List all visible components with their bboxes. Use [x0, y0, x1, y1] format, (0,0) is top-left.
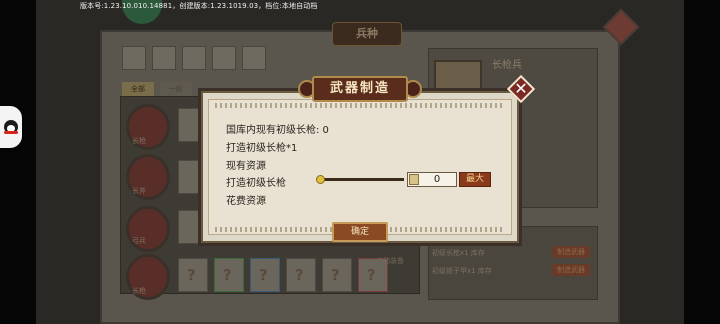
- unit-panel-title: 兵种: [332, 22, 402, 46]
- qq-floating-button[interactable]: [0, 106, 22, 148]
- craft-row-text: 初级长枪x1 库存: [432, 249, 485, 257]
- sword-tool-icon[interactable]: [152, 46, 176, 70]
- question-icon: ?: [223, 266, 232, 284]
- equip-slot[interactable]: ?: [178, 258, 208, 292]
- question-icon: ?: [259, 266, 268, 284]
- question-icon: ?: [295, 266, 304, 284]
- craft-row-text: 初级锁子甲x1 库存: [432, 267, 492, 275]
- armor-tool-icon[interactable]: [212, 46, 236, 70]
- max-button[interactable]: 最大: [459, 172, 491, 187]
- question-icon: ?: [367, 266, 376, 284]
- equip-slot[interactable]: ?: [250, 258, 280, 292]
- qq-scarf-icon: [4, 131, 18, 134]
- unit-row-label: 长斧: [132, 187, 146, 195]
- quantity-slider-track[interactable]: [320, 178, 404, 181]
- dialog-title: 武器制造: [312, 76, 408, 102]
- cost-line: 花费资源: [226, 196, 266, 207]
- stock-line: 国库内现有初级长枪: 0: [226, 125, 329, 136]
- close-x-glyph: ✕: [514, 79, 528, 98]
- bow-tool-icon[interactable]: [122, 46, 146, 70]
- scroll-icon: [409, 174, 419, 185]
- right-letterbox: [684, 0, 720, 324]
- left-letterbox: [0, 0, 36, 324]
- resources-line: 现有资源: [226, 161, 266, 172]
- craft-weapon-button[interactable]: 制造武器: [552, 264, 590, 276]
- equip-slot[interactable]: ?: [322, 258, 352, 292]
- dialog-title-banner: 武器制造: [298, 72, 422, 104]
- tab-all[interactable]: 全部: [122, 82, 154, 96]
- craft-line: 打造初级长枪*1: [226, 143, 298, 154]
- dialog-close-button[interactable]: ✕: [506, 74, 536, 104]
- slider-label: 打造初级长枪: [226, 178, 286, 189]
- quantity-slider-knob[interactable]: [316, 175, 325, 184]
- boots-tool-icon[interactable]: [242, 46, 266, 70]
- auto-equip-label[interactable]: 自动装备: [376, 256, 404, 266]
- craft-weapon-button[interactable]: 制造武器: [552, 246, 590, 258]
- unit-row-label: 弓兵: [132, 237, 146, 245]
- equip-slot[interactable]: ?: [214, 258, 244, 292]
- equip-slot[interactable]: ?: [286, 258, 316, 292]
- helmet-tool-icon[interactable]: [182, 46, 206, 70]
- game-screen: 兵种 全部 一阶 长枪 长斧 弓兵 长枪 ? ? ? ? ? ? 自动装备 长枪…: [0, 0, 720, 324]
- question-icon: ?: [187, 266, 196, 284]
- unit-detail-name: 长枪兵: [492, 60, 522, 71]
- question-icon: ?: [331, 266, 340, 284]
- unit-row-label: 长枪: [132, 137, 146, 145]
- quantity-value[interactable]: 0: [422, 173, 452, 186]
- version-info: 版本号:1.23.10.010.14881，创建版本:1.23.1019.03，…: [80, 2, 318, 10]
- confirm-button[interactable]: 确定: [332, 222, 388, 242]
- tab-tier-one[interactable]: 一阶: [160, 82, 192, 96]
- unit-row-label: 长枪: [132, 287, 146, 295]
